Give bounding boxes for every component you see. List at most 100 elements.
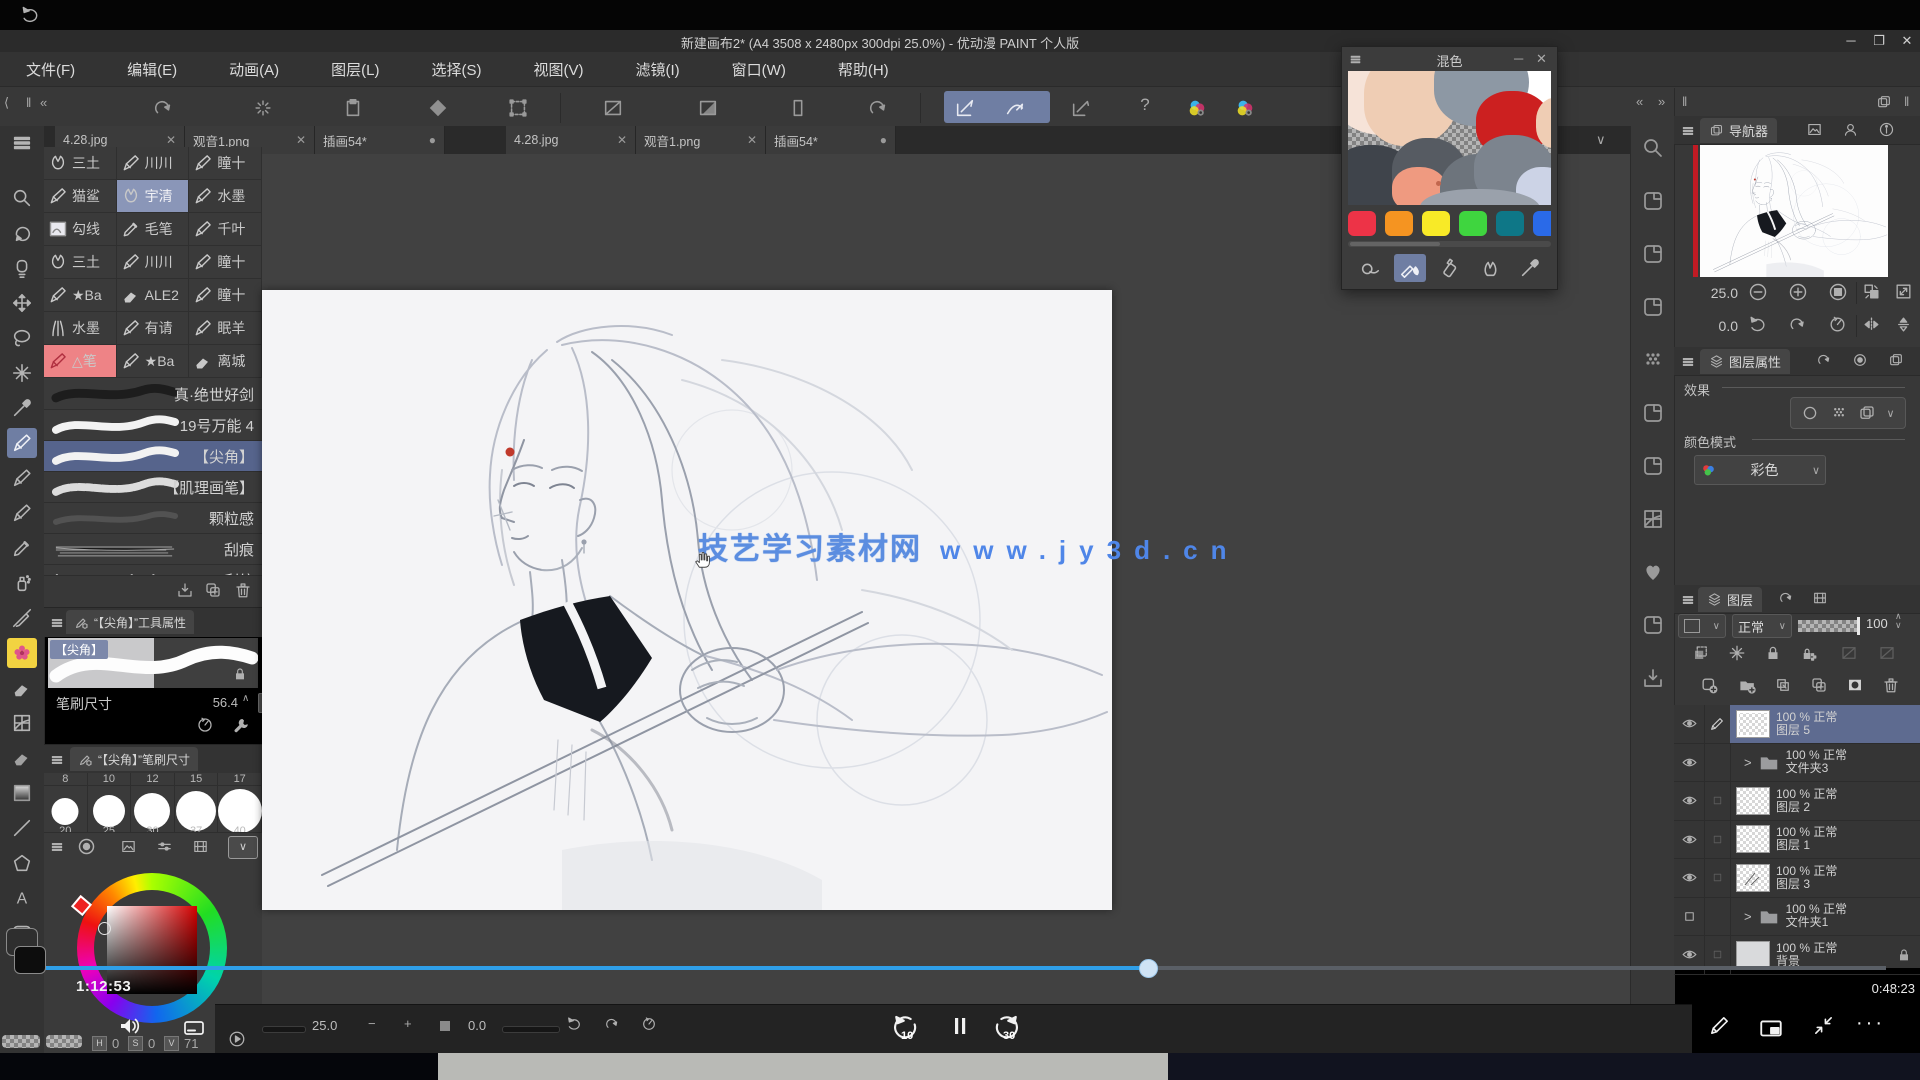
layer-link-cell[interactable]	[1704, 744, 1731, 782]
video-playhead[interactable]	[1139, 959, 1158, 978]
transfer-layer-icon[interactable]	[1774, 676, 1792, 694]
redo-icon[interactable]	[865, 95, 891, 121]
more-options-icon[interactable]: ···	[1856, 1012, 1885, 1035]
brush-item[interactable]: 刮痕	[44, 534, 262, 565]
operate-icon[interactable]	[7, 253, 37, 283]
symmetry-diamond-icon[interactable]	[425, 95, 451, 121]
dropper-icon[interactable]	[1514, 254, 1546, 282]
image-view-icon[interactable]	[120, 838, 137, 855]
panel-menu-icon[interactable]	[50, 753, 64, 767]
layer-row[interactable]: 100 % 正常图层 2	[1674, 782, 1920, 821]
tab-multi-icon[interactable]	[1888, 352, 1904, 368]
reset-dial-icon[interactable]	[196, 716, 214, 734]
brush-size-preset[interactable]: 1740	[218, 773, 262, 832]
layer-visible-icon[interactable]	[1674, 744, 1705, 782]
subtool-水墨[interactable]: 水墨	[44, 312, 117, 345]
eraser-icon[interactable]	[7, 673, 37, 703]
delete-brush-icon[interactable]	[234, 581, 252, 599]
maximize-button[interactable]: ❐	[1868, 33, 1890, 49]
close-button[interactable]: ✕	[1896, 33, 1918, 49]
brush-item[interactable]: 颗粒感	[44, 503, 262, 534]
layer-thumbnail[interactable]	[1736, 710, 1770, 738]
subtool-瞳十[interactable]: 瞳十	[189, 246, 262, 279]
palette-color-dropdown[interactable]: ∨	[1678, 614, 1726, 638]
blend-icon[interactable]	[7, 743, 37, 773]
tab-overflow-icon[interactable]: ∨	[1596, 132, 1606, 148]
layer-link-cell[interactable]	[1704, 821, 1731, 859]
expand-dropdown-icon[interactable]: ∨	[228, 836, 258, 859]
image-panel-icon[interactable]	[1639, 240, 1667, 268]
select-triangle-icon[interactable]	[695, 95, 721, 121]
opacity-slider-handle[interactable]	[1857, 617, 1860, 635]
eyedropper-icon[interactable]	[7, 393, 37, 423]
lock-layer-icon[interactable]	[1764, 644, 1782, 662]
tab-history-icon[interactable]	[1852, 352, 1868, 368]
ruler-range-icon[interactable]	[1878, 644, 1896, 662]
rotate-ccw-icon[interactable]	[1748, 315, 1767, 334]
layer-thumbnail[interactable]	[1736, 941, 1770, 969]
draft-layer-icon[interactable]	[1840, 644, 1858, 662]
subtool-瞳十[interactable]: 瞳十	[189, 147, 262, 180]
delete-layer-icon[interactable]	[1882, 676, 1900, 694]
drawing-canvas[interactable]	[262, 290, 1112, 910]
subtool-有请[interactable]: 有请	[117, 312, 190, 345]
tab-close-icon[interactable]: ✕	[747, 133, 757, 147]
pen-3-icon[interactable]	[7, 498, 37, 528]
download-panel-icon[interactable]	[1639, 664, 1667, 692]
reset-rotation-icon[interactable]	[1828, 315, 1847, 334]
layer-row-body[interactable]: >100 % 正常文件夹3	[1730, 744, 1920, 782]
brush-item[interactable]: 19号万能 4	[44, 410, 262, 441]
pause-icon[interactable]	[948, 1014, 972, 1043]
mixer-swatch[interactable]	[1385, 211, 1413, 236]
status-rotation-value[interactable]: 0.0	[468, 1018, 486, 1033]
status-zoom-value[interactable]: 25.0	[312, 1018, 337, 1033]
color-proof-icon[interactable]	[1232, 95, 1258, 121]
size-spinner-icon[interactable]: ∧	[242, 693, 249, 704]
tool-property-tab[interactable]: “【尖角】”工具属性	[66, 610, 194, 634]
doc-tab[interactable]: 插画54*●	[766, 126, 896, 154]
bottle-icon[interactable]	[1434, 254, 1466, 282]
tab-item-bank-icon[interactable]	[1842, 121, 1859, 138]
panel-menu-icon[interactable]	[50, 840, 64, 854]
lasso-icon[interactable]	[7, 323, 37, 353]
mixer-close-icon[interactable]: ✕	[1536, 51, 1547, 67]
text-icon[interactable]: A	[7, 883, 37, 913]
tab-layers[interactable]: 图层	[1698, 587, 1762, 612]
color-proof-icon[interactable]	[1184, 95, 1210, 121]
sub-color-chip[interactable]	[14, 946, 46, 974]
pen-icon[interactable]	[7, 428, 37, 458]
brush-size-preset[interactable]: 1537	[175, 773, 219, 832]
layer-row[interactable]: 100 % 正常图层 5	[1674, 705, 1920, 744]
busy-icon[interactable]	[250, 95, 276, 121]
mixer-swatch[interactable]	[1533, 211, 1551, 236]
subtool-水墨[interactable]: 水墨	[189, 180, 262, 213]
opacity-value[interactable]: 100	[1866, 616, 1888, 631]
menu-item[interactable]: 视图(V)	[508, 59, 610, 80]
brush-size-preset[interactable]: 820	[44, 773, 88, 832]
opacity-stepper-icon[interactable]: ∧∨	[1895, 612, 1902, 630]
ruler-pen-icon[interactable]	[7, 603, 37, 633]
reference-layer-icon[interactable]	[1728, 644, 1746, 662]
layer-row-body[interactable]: 100 % 正常图层 5	[1730, 705, 1920, 743]
back-arrow-icon[interactable]	[20, 5, 40, 25]
menu-item[interactable]: 帮助(H)	[812, 59, 915, 80]
mixer-swatch[interactable]	[1459, 211, 1487, 236]
brush-blend-icon[interactable]	[1394, 254, 1426, 282]
tab-layer-property[interactable]: 图层属性	[1700, 349, 1790, 374]
layer-link-cell[interactable]	[1704, 782, 1731, 820]
reset-view-icon[interactable]	[641, 1016, 657, 1032]
layer-visible-icon[interactable]	[1674, 821, 1705, 859]
import-brush-icon[interactable]	[176, 581, 194, 599]
subtool-猫鲨[interactable]: 猫鲨	[44, 180, 117, 213]
tone-effect-icon[interactable]	[1830, 404, 1848, 422]
mixer-swatch[interactable]	[1496, 211, 1524, 236]
figure-grid-icon[interactable]	[7, 708, 37, 738]
layer-row[interactable]: 100 % 正常图层 1	[1674, 821, 1920, 860]
subtool-三土[interactable]: 三土	[44, 147, 117, 180]
hamburger-menu-icon[interactable]	[7, 128, 37, 158]
play-circle-icon[interactable]	[228, 1030, 246, 1048]
annotate-pencil-icon[interactable]	[1708, 1014, 1731, 1042]
layer-name[interactable]: 图层 2	[1776, 801, 1837, 814]
menu-item[interactable]: 窗口(W)	[706, 59, 812, 80]
effect-dropdown-icon[interactable]: ∨	[1887, 407, 1895, 420]
